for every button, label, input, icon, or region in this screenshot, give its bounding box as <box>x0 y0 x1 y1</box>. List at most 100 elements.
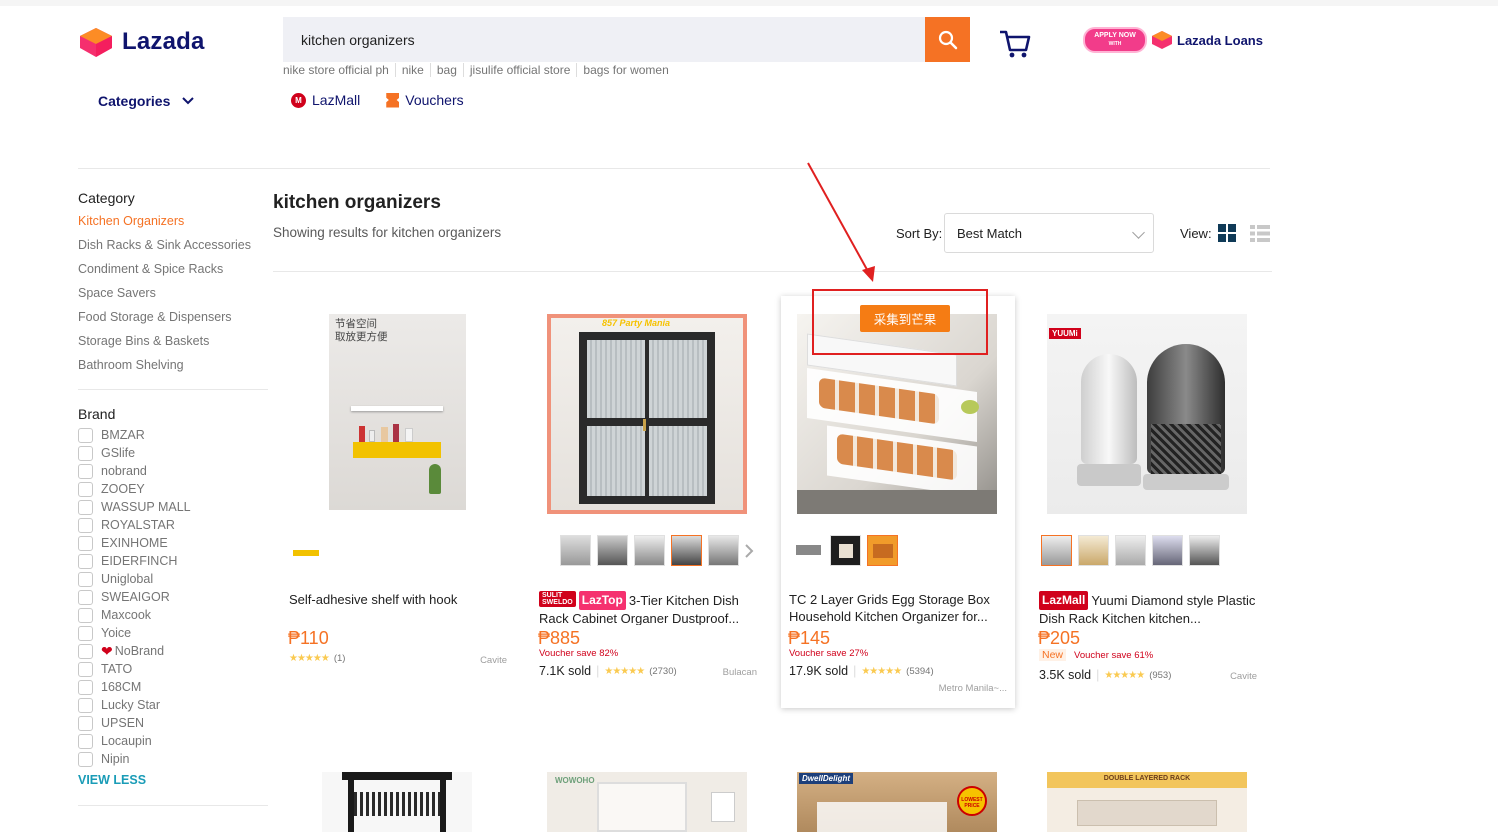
category-item[interactable]: Bathroom Shelving <box>78 353 268 377</box>
brand-checkbox[interactable] <box>78 625 93 641</box>
brand-filter[interactable]: Maxcook <box>78 606 268 624</box>
brand-filter[interactable]: 168CM <box>78 678 268 696</box>
product-title[interactable]: TC 2 Layer Grids Egg Storage Box Househo… <box>789 591 1009 625</box>
brand-filter[interactable]: EIDERFINCH <box>78 552 268 570</box>
brand-checkbox[interactable] <box>78 535 93 551</box>
brand-filter[interactable]: TATO <box>78 660 268 678</box>
collect-button[interactable]: 采集到芒果 <box>860 305 950 332</box>
lazmall-link[interactable]: M LazMall <box>291 92 360 108</box>
grid-view-icon[interactable] <box>1218 224 1236 242</box>
product-image[interactable]: DwellDelight LOWEST PRICE <box>797 772 997 832</box>
thumbnail[interactable] <box>1152 535 1183 566</box>
view-label: View: <box>1180 226 1212 241</box>
product-card[interactable]: 节省空间 取放更方便 Self-adhesive shelf with hook … <box>281 296 515 706</box>
thumbnail[interactable] <box>708 535 739 566</box>
product-image[interactable] <box>322 772 472 832</box>
cart-icon[interactable] <box>998 28 1032 60</box>
view-less-link[interactable]: VIEW LESS <box>78 773 268 787</box>
sort-label: Sort By: <box>896 226 943 241</box>
product-image[interactable]: WOWOHO <box>547 772 747 832</box>
product-title[interactable]: SULIT SWELDO LazTop 3-Tier Kitchen Dish Rac… <box>539 591 759 625</box>
brand-checkbox[interactable] <box>78 499 93 515</box>
brand-filter[interactable]: Nipin <box>78 750 268 768</box>
brand-filter[interactable]: GSlife <box>78 444 268 462</box>
suggestion-link[interactable]: nike <box>394 63 430 77</box>
lazada-logo[interactable]: Lazada <box>78 26 205 58</box>
suggestion-link[interactable]: bags for women <box>576 63 674 77</box>
category-item[interactable]: Kitchen Organizers <box>78 209 268 233</box>
brand-filter[interactable]: Lucky Star <box>78 696 268 714</box>
product-image[interactable]: YUUMi <box>1047 314 1247 514</box>
brand-filter[interactable]: Locaupin <box>78 732 268 750</box>
filter-sidebar: Category Kitchen Organizers Dish Racks &… <box>78 190 268 822</box>
suggestion-link[interactable]: jisulife official store <box>462 63 577 77</box>
suggestion-link[interactable]: bag <box>429 63 463 77</box>
brand-filter[interactable]: WASSUP MALL <box>78 498 268 516</box>
category-item[interactable]: Dish Racks & Sink Accessories <box>78 233 268 257</box>
thumbnail[interactable] <box>560 535 591 566</box>
thumbnail[interactable] <box>1115 535 1146 566</box>
brand-checkbox[interactable] <box>78 445 93 461</box>
product-card[interactable]: 857 Party Mania SULIT SWELDO LazTop 3-Tier … <box>531 296 765 706</box>
brand-checkbox[interactable] <box>78 427 93 443</box>
category-item[interactable]: Storage Bins & Baskets <box>78 329 268 353</box>
product-title[interactable]: LazMall Yuumi Diamond style Plastic Dish … <box>1039 591 1259 625</box>
brand-filter[interactable]: ❤ NoBrand <box>78 642 268 660</box>
thumbnail[interactable] <box>291 538 322 569</box>
category-item[interactable]: Condiment & Spice Racks <box>78 257 268 281</box>
product-image[interactable]: 857 Party Mania <box>547 314 747 514</box>
thumbnail[interactable] <box>867 535 898 566</box>
brand-filter[interactable]: ROYALSTAR <box>78 516 268 534</box>
brand-filter[interactable]: nobrand <box>78 462 268 480</box>
lazada-loans-promo[interactable]: APPLY NOW WITH Lazada Loans <box>1083 27 1263 53</box>
brand-filter[interactable]: Uniglobal <box>78 570 268 588</box>
brand-checkbox[interactable] <box>78 715 93 731</box>
brand-filter[interactable]: UPSEN <box>78 714 268 732</box>
product-image[interactable]: DOUBLE LAYERED RACK <box>1047 772 1247 832</box>
vouchers-link[interactable]: Vouchers <box>386 92 464 108</box>
brand-checkbox[interactable] <box>78 679 93 695</box>
suggestion-link[interactable]: nike store official ph <box>283 63 395 77</box>
brand-filter[interactable]: EXINHOME <box>78 534 268 552</box>
thumbnail[interactable] <box>634 535 665 566</box>
thumbnail[interactable] <box>597 535 628 566</box>
lazada-heart-icon <box>1152 31 1172 49</box>
logo-text: Lazada <box>122 28 205 55</box>
thumbnail[interactable] <box>1078 535 1109 566</box>
product-title[interactable]: Self-adhesive shelf with hook <box>289 591 509 608</box>
product-card[interactable]: YUUMi LazMall Yuumi Diamond style Plastic… <box>1031 296 1265 706</box>
brand-checkbox[interactable] <box>78 607 93 623</box>
thumbnail[interactable] <box>793 535 824 566</box>
category-item[interactable]: Space Savers <box>78 281 268 305</box>
thumbnail[interactable] <box>830 535 861 566</box>
list-view-icon[interactable] <box>1250 225 1270 242</box>
brand-checkbox[interactable] <box>78 481 93 497</box>
brand-checkbox[interactable] <box>78 751 93 767</box>
sort-dropdown[interactable]: Best Match <box>944 213 1154 253</box>
brand-filter[interactable]: BMZAR <box>78 426 268 444</box>
brand-checkbox[interactable] <box>78 697 93 713</box>
brand-filter[interactable]: ZOOEY <box>78 480 268 498</box>
product-image[interactable]: 节省空间 取放更方便 <box>329 314 466 510</box>
category-item[interactable]: Food Storage & Dispensers <box>78 305 268 329</box>
thumbnail[interactable] <box>1041 535 1072 566</box>
brand-checkbox[interactable] <box>78 517 93 533</box>
search-input[interactable] <box>283 17 925 62</box>
chevron-right-icon[interactable] <box>745 544 754 558</box>
brand-filter[interactable]: Yoice <box>78 624 268 642</box>
search-suggestions: nike store official ph nike bag jisulife… <box>283 63 675 77</box>
brand-filter[interactable]: SWEAIGOR <box>78 588 268 606</box>
thumbnail[interactable] <box>1189 535 1220 566</box>
brand-checkbox[interactable] <box>78 661 93 677</box>
brand-checkbox[interactable] <box>78 463 93 479</box>
brand-checkbox[interactable] <box>78 589 93 605</box>
brand-checkbox[interactable] <box>78 571 93 587</box>
heart-icon: ❤ <box>101 642 113 659</box>
search-button[interactable] <box>925 17 970 62</box>
thumbnail[interactable] <box>671 535 702 566</box>
categories-dropdown[interactable]: Categories <box>98 93 195 109</box>
product-card[interactable]: TC 2 Layer Grids Egg Storage Box Househo… <box>781 296 1015 708</box>
brand-checkbox[interactable] <box>78 733 93 749</box>
brand-checkbox[interactable] <box>78 643 93 659</box>
brand-checkbox[interactable] <box>78 553 93 569</box>
